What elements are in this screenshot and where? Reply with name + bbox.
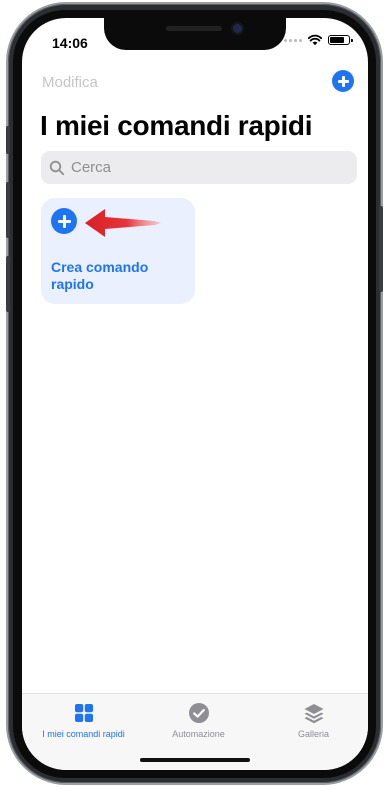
create-shortcut-card[interactable]: Crea comando rapido [41,198,195,304]
add-shortcut-button[interactable] [332,70,354,92]
clock-check-icon [188,703,209,723]
plus-icon [337,75,349,87]
wifi-icon [308,34,322,46]
notch [104,18,286,50]
volume-down-button [6,256,10,312]
layers-icon [304,704,323,724]
silent-switch [6,126,10,154]
status-icons [284,34,353,46]
battery-icon [328,35,353,45]
tab-automation[interactable]: Automazione [141,702,256,739]
plus-icon [57,214,71,228]
screen: 14:06 Modifica I miei comandi rapidi Cer… [22,18,368,770]
page-title: I miei comandi rapidi [40,110,313,141]
tab-my-shortcuts[interactable]: I miei comandi rapidi [26,702,141,739]
tab-gallery[interactable]: Galleria [256,702,368,739]
front-camera [233,24,242,33]
speaker-grille [166,26,222,31]
search-bar[interactable] [41,151,357,184]
home-indicator[interactable] [140,758,250,762]
red-arrow-icon [85,209,161,237]
create-shortcut-plus-button[interactable] [51,208,77,234]
tab-label: Galleria [297,729,329,739]
edit-button[interactable]: Modifica [42,74,98,91]
volume-up-button [6,182,10,238]
signal-dots-icon [284,38,302,42]
status-time: 14:06 [52,35,88,51]
create-shortcut-label: Crea comando rapido [51,259,149,292]
tab-label: I miei comandi rapidi [42,729,125,739]
tab-label: Automazione [172,729,225,739]
search-input[interactable] [69,158,343,177]
search-icon [49,160,65,175]
grid-icon [74,704,93,722]
power-button [379,206,383,292]
